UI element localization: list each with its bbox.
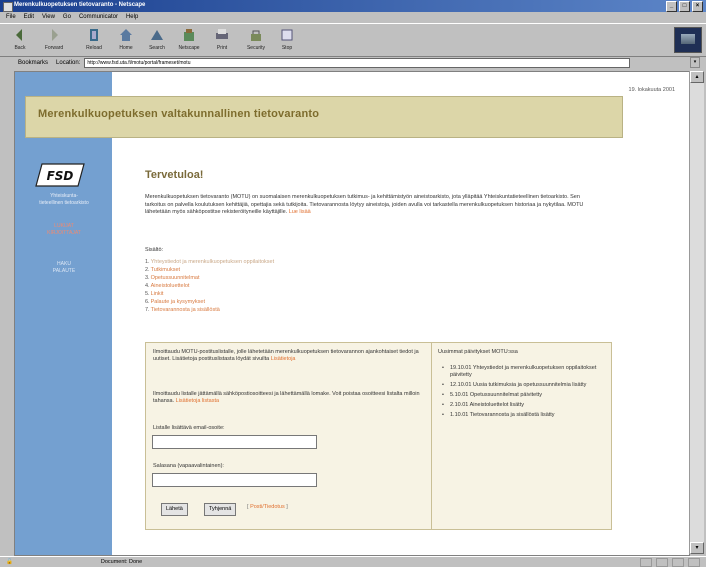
netscape-throbber-logo[interactable] <box>674 27 702 53</box>
back-button[interactable]: Back <box>6 26 34 54</box>
browser-app-icon <box>3 2 13 12</box>
menu-edit[interactable]: Edit <box>24 12 34 23</box>
forward-arrow-icon <box>52 29 58 41</box>
menu-bar: File Edit View Go Communicator Help <box>0 12 706 23</box>
menu-file[interactable]: File <box>6 12 16 23</box>
forward-button[interactable]: Forward <box>40 26 68 54</box>
url-input[interactable] <box>84 57 631 68</box>
reload-icon <box>90 29 98 41</box>
password-label: Salasana (vapaavalintainen): <box>153 463 224 469</box>
status-cell[interactable] <box>672 557 684 567</box>
posti-tiedotus-link[interactable]: Posti/Tiedotus <box>250 504 285 510</box>
contents-list: 1.Yhteystiedot ja merenkulkuopetuksen op… <box>145 258 445 314</box>
fsd-logo: FSD <box>35 163 85 187</box>
fsd-logo-text: FSD <box>47 169 74 183</box>
page-header: Merenkulkuopetuksen valtakunnallinen tie… <box>25 96 623 138</box>
panel-divider <box>431 343 432 529</box>
stop-button[interactable]: Stop <box>273 26 301 54</box>
window-titlebar: Merenkulkuopetuksen tietovaranto - Netsc… <box>0 0 706 12</box>
update-item: 5.10.01 Opetussuunnitelmat päivitetty <box>438 392 603 399</box>
scroll-down-button[interactable]: ▾ <box>690 542 704 554</box>
subscribe-info-link[interactable]: Lisätietoja <box>271 356 296 362</box>
status-cell[interactable] <box>688 557 700 567</box>
close-button[interactable]: × <box>692 1 703 12</box>
scroll-up-button[interactable]: ▴ <box>690 71 704 83</box>
extra-link-wrapper: [ Posti/Tiedotus ] <box>247 504 288 510</box>
location-label: Location: <box>56 59 81 66</box>
subscribe-panel: Ilmoittaudu MOTU-postituslistalle, jolle… <box>145 342 612 530</box>
subscribe-intro: Ilmoittaudu MOTU-postituslistalle, jolle… <box>153 349 419 362</box>
updates-heading: Uusimmat päivitykset MOTU:ssa <box>438 349 518 355</box>
home-icon <box>120 29 132 41</box>
window-title: Merenkulkuopetuksen tietovaranto - Netsc… <box>14 2 146 8</box>
welcome-heading: Tervetuloa! <box>145 169 204 181</box>
contents-item[interactable]: 3.Opetussuunnitelmat <box>145 274 445 282</box>
contents-item[interactable]: 7.Tietovarannosta ja sisällöstä <box>145 306 445 314</box>
page-viewport: FSD Yhteiskunta- tieteellinen tietoarkis… <box>14 71 690 556</box>
location-toolbar: Bookmarks Location: ▾ <box>0 56 706 69</box>
minimize-button[interactable]: _ <box>666 1 677 12</box>
update-item: 2.10.01 Aineistoluettelot lisätty <box>438 402 603 409</box>
clear-button[interactable]: Tyhjennä <box>204 503 237 516</box>
back-arrow-icon <box>16 29 22 41</box>
netscape-button[interactable]: Netscape <box>175 26 203 54</box>
reload-button[interactable]: Reload <box>80 26 108 54</box>
search-button[interactable]: Search <box>143 26 171 54</box>
window-controls: _ □ × <box>666 1 703 12</box>
security-button[interactable]: Security <box>242 26 270 54</box>
print-icon <box>216 29 228 39</box>
print-button[interactable]: Print <box>208 26 236 54</box>
update-item: 1.10.01 Tietovarannosta ja sisällöstä li… <box>438 412 603 419</box>
contents-item[interactable]: 4.Aineistoluettelot <box>145 282 445 290</box>
update-item: 19.10.01 Yhteystiedot ja merenkulkuopetu… <box>438 365 603 379</box>
email-label: Listalle lisättävä email-osoite: <box>153 425 225 431</box>
menu-go[interactable]: Go <box>63 12 71 23</box>
password-field[interactable] <box>152 473 317 487</box>
lock-icon <box>251 30 261 41</box>
maximize-button[interactable]: □ <box>679 1 690 12</box>
menu-help[interactable]: Help <box>126 12 138 23</box>
search-icon <box>151 30 163 40</box>
netscape-icon <box>184 29 194 41</box>
update-item: 12.10.01 Uusia tutkimuksia ja opetussuun… <box>438 382 603 389</box>
url-dropdown-button[interactable]: ▾ <box>690 57 700 68</box>
email-field[interactable] <box>152 435 317 449</box>
page-title: Merenkulkuopetuksen valtakunnallinen tie… <box>38 108 320 120</box>
status-cell[interactable] <box>656 557 668 567</box>
org-name: Yhteiskunta- tieteellinen tietoarkisto <box>39 193 89 206</box>
subscribe-instructions: Ilmoittaudu listalle jättämällä sähköpos… <box>153 391 420 404</box>
page-date: 19. lokakuuta 2001 <box>628 87 675 93</box>
status-cell[interactable] <box>640 557 652 567</box>
stop-icon <box>281 29 293 41</box>
sidebar-item-lukijat[interactable]: LUKIJAT KIRJOITTAJAT <box>21 223 107 237</box>
home-button[interactable]: Home <box>112 26 140 54</box>
sidebar: FSD Yhteiskunta- tieteellinen tietoarkis… <box>15 72 112 555</box>
security-status-icon[interactable]: 🔓 <box>6 559 13 565</box>
read-more-link[interactable]: Lue lisää <box>289 209 311 215</box>
contents-heading: Sisältö: <box>145 247 164 253</box>
updates-list: 19.10.01 Yhteystiedot ja merenkulkuopetu… <box>438 365 603 422</box>
vertical-scrollbar[interactable]: ▴ ▾ <box>689 71 704 554</box>
sidebar-item-haku[interactable]: HAKU PALAUTE <box>21 261 107 275</box>
contents-item[interactable]: 1.Yhteystiedot ja merenkulkuopetuksen op… <box>145 258 445 266</box>
status-bar: 🔓 Document: Done <box>0 556 706 567</box>
navigation-toolbar: Back Forward Reload Home Search Netscape… <box>0 23 706 57</box>
contents-item[interactable]: 5.Linkit <box>145 290 445 298</box>
status-message: Document: Done <box>100 559 143 565</box>
status-component-bar <box>640 557 700 567</box>
submit-button[interactable]: Lähetä <box>161 503 188 516</box>
menu-view[interactable]: View <box>42 12 55 23</box>
contents-item[interactable]: 6.Palaute ja kysymykset <box>145 298 445 306</box>
contents-item[interactable]: 2.Tutkimukset <box>145 266 445 274</box>
menu-communicator[interactable]: Communicator <box>79 12 118 23</box>
bookmarks-button[interactable]: Bookmarks <box>18 60 48 66</box>
intro-paragraph: Merenkulkuopetuksen tietovaranto (MOTU) … <box>145 194 584 215</box>
list-info-link[interactable]: Lisätietoja listasta <box>176 398 219 404</box>
